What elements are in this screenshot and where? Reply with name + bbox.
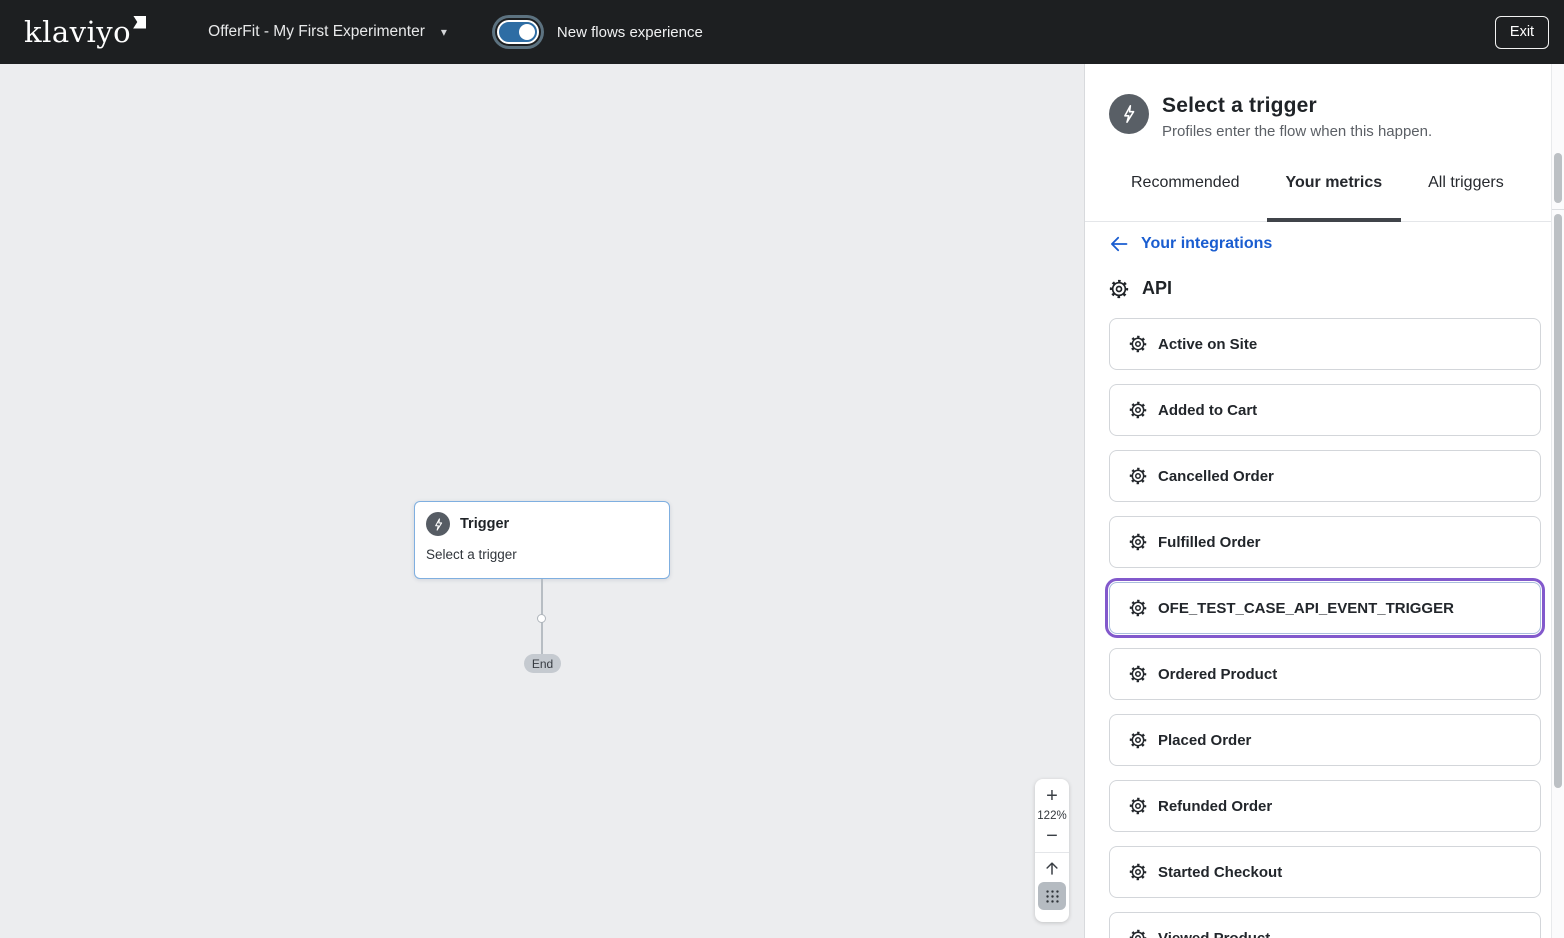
- trigger-node[interactable]: Trigger Select a trigger: [414, 501, 670, 579]
- zoom-in-button[interactable]: +: [1038, 784, 1066, 808]
- panel-subtitle: Profiles enter the flow when this happen…: [1162, 123, 1432, 140]
- trigger-panel-content: Your integrations API Active on Site Add…: [1085, 210, 1551, 938]
- api-section-header: API: [1109, 278, 1527, 299]
- scrollbar-thumb[interactable]: [1554, 153, 1562, 203]
- flow-name-dropdown[interactable]: OfferFit - My First Experimenter ▾: [208, 23, 447, 41]
- canvas-zoom-controls: + 122% −: [1035, 779, 1069, 922]
- trigger-item-refunded-order[interactable]: Refunded Order: [1109, 780, 1541, 832]
- trigger-node-title: Trigger: [460, 516, 509, 532]
- klaviyo-logo-text: klaviyo: [24, 18, 131, 47]
- gear-icon: [1109, 279, 1129, 299]
- trigger-item-label: Added to Cart: [1158, 402, 1257, 419]
- gear-icon: [1129, 533, 1147, 551]
- klaviyo-logo[interactable]: klaviyo: [24, 18, 146, 47]
- api-section-label: API: [1142, 278, 1172, 299]
- trigger-item-label: Viewed Product: [1158, 930, 1270, 938]
- scrollbar-thumb[interactable]: [1554, 214, 1562, 788]
- grid-dots-icon: [1044, 888, 1061, 905]
- trigger-item-label: Active on Site: [1158, 336, 1257, 353]
- gear-icon: [1129, 599, 1147, 617]
- trigger-item-label: Ordered Product: [1158, 666, 1277, 683]
- klaviyo-flag-icon: [133, 16, 146, 29]
- gear-icon: [1129, 863, 1147, 881]
- trigger-item-label: Placed Order: [1158, 732, 1251, 749]
- panel-header: Select a trigger Profiles enter the flow…: [1085, 64, 1564, 140]
- chevron-down-icon: ▾: [441, 25, 447, 39]
- flow-end-badge: End: [524, 654, 561, 673]
- panel-scrollbar[interactable]: [1551, 64, 1564, 938]
- back-link-label: Your integrations: [1141, 235, 1272, 253]
- arrow-left-icon: [1109, 234, 1129, 254]
- flow-name-label: OfferFit - My First Experimenter: [208, 23, 425, 41]
- lightning-bolt-icon: [1109, 94, 1149, 134]
- trigger-item-started-checkout[interactable]: Started Checkout: [1109, 846, 1541, 898]
- trigger-item-label: Fulfilled Order: [1158, 534, 1261, 551]
- toggle-knob: [519, 24, 535, 40]
- new-flows-toggle[interactable]: [497, 20, 539, 44]
- grid-view-button[interactable]: [1038, 882, 1066, 910]
- trigger-item-label: Started Checkout: [1158, 864, 1282, 881]
- zoom-out-button[interactable]: −: [1038, 824, 1066, 848]
- new-flows-toggle-label: New flows experience: [557, 24, 703, 41]
- trigger-item-active-on-site[interactable]: Active on Site: [1109, 318, 1541, 370]
- gear-icon: [1129, 401, 1147, 419]
- trigger-item-viewed-product[interactable]: Viewed Product: [1109, 912, 1541, 938]
- trigger-list: Active on Site Added to Cart Cancelled O…: [1109, 318, 1527, 938]
- new-flows-toggle-group: New flows experience: [497, 20, 703, 44]
- divider: [1552, 209, 1564, 210]
- gear-icon: [1129, 665, 1147, 683]
- gear-icon: [1129, 467, 1147, 485]
- gear-icon: [1129, 929, 1147, 938]
- scroll-to-top-button[interactable]: [1038, 857, 1066, 879]
- gear-icon: [1129, 797, 1147, 815]
- top-bar: klaviyo OfferFit - My First Experimenter…: [0, 0, 1564, 64]
- trigger-item-added-to-cart[interactable]: Added to Cart: [1109, 384, 1541, 436]
- divider: [1035, 852, 1069, 853]
- trigger-item-fulfilled-order[interactable]: Fulfilled Order: [1109, 516, 1541, 568]
- exit-button[interactable]: Exit: [1495, 16, 1549, 49]
- flow-canvas[interactable]: Trigger Select a trigger End + 122% −: [0, 64, 1085, 938]
- trigger-item-label: Refunded Order: [1158, 798, 1272, 815]
- panel-title: Select a trigger: [1162, 94, 1432, 118]
- back-to-integrations-link[interactable]: Your integrations: [1109, 234, 1527, 254]
- trigger-item-label: OFE_TEST_CASE_API_EVENT_TRIGGER: [1158, 600, 1454, 617]
- arrow-up-icon: [1043, 859, 1061, 877]
- trigger-item-cancelled-order[interactable]: Cancelled Order: [1109, 450, 1541, 502]
- trigger-item-label: Cancelled Order: [1158, 468, 1274, 485]
- trigger-item-placed-order[interactable]: Placed Order: [1109, 714, 1541, 766]
- trigger-item-ofe-test-case-selected[interactable]: OFE_TEST_CASE_API_EVENT_TRIGGER: [1109, 582, 1541, 634]
- gear-icon: [1129, 335, 1147, 353]
- lightning-bolt-icon: [426, 512, 450, 536]
- select-trigger-panel: Select a trigger Profiles enter the flow…: [1085, 64, 1564, 938]
- trigger-node-subtitle: Select a trigger: [415, 536, 669, 562]
- zoom-level-label: 122%: [1037, 810, 1066, 822]
- trigger-item-ordered-product[interactable]: Ordered Product: [1109, 648, 1541, 700]
- flow-connector-add-point[interactable]: [537, 614, 546, 623]
- gear-icon: [1129, 731, 1147, 749]
